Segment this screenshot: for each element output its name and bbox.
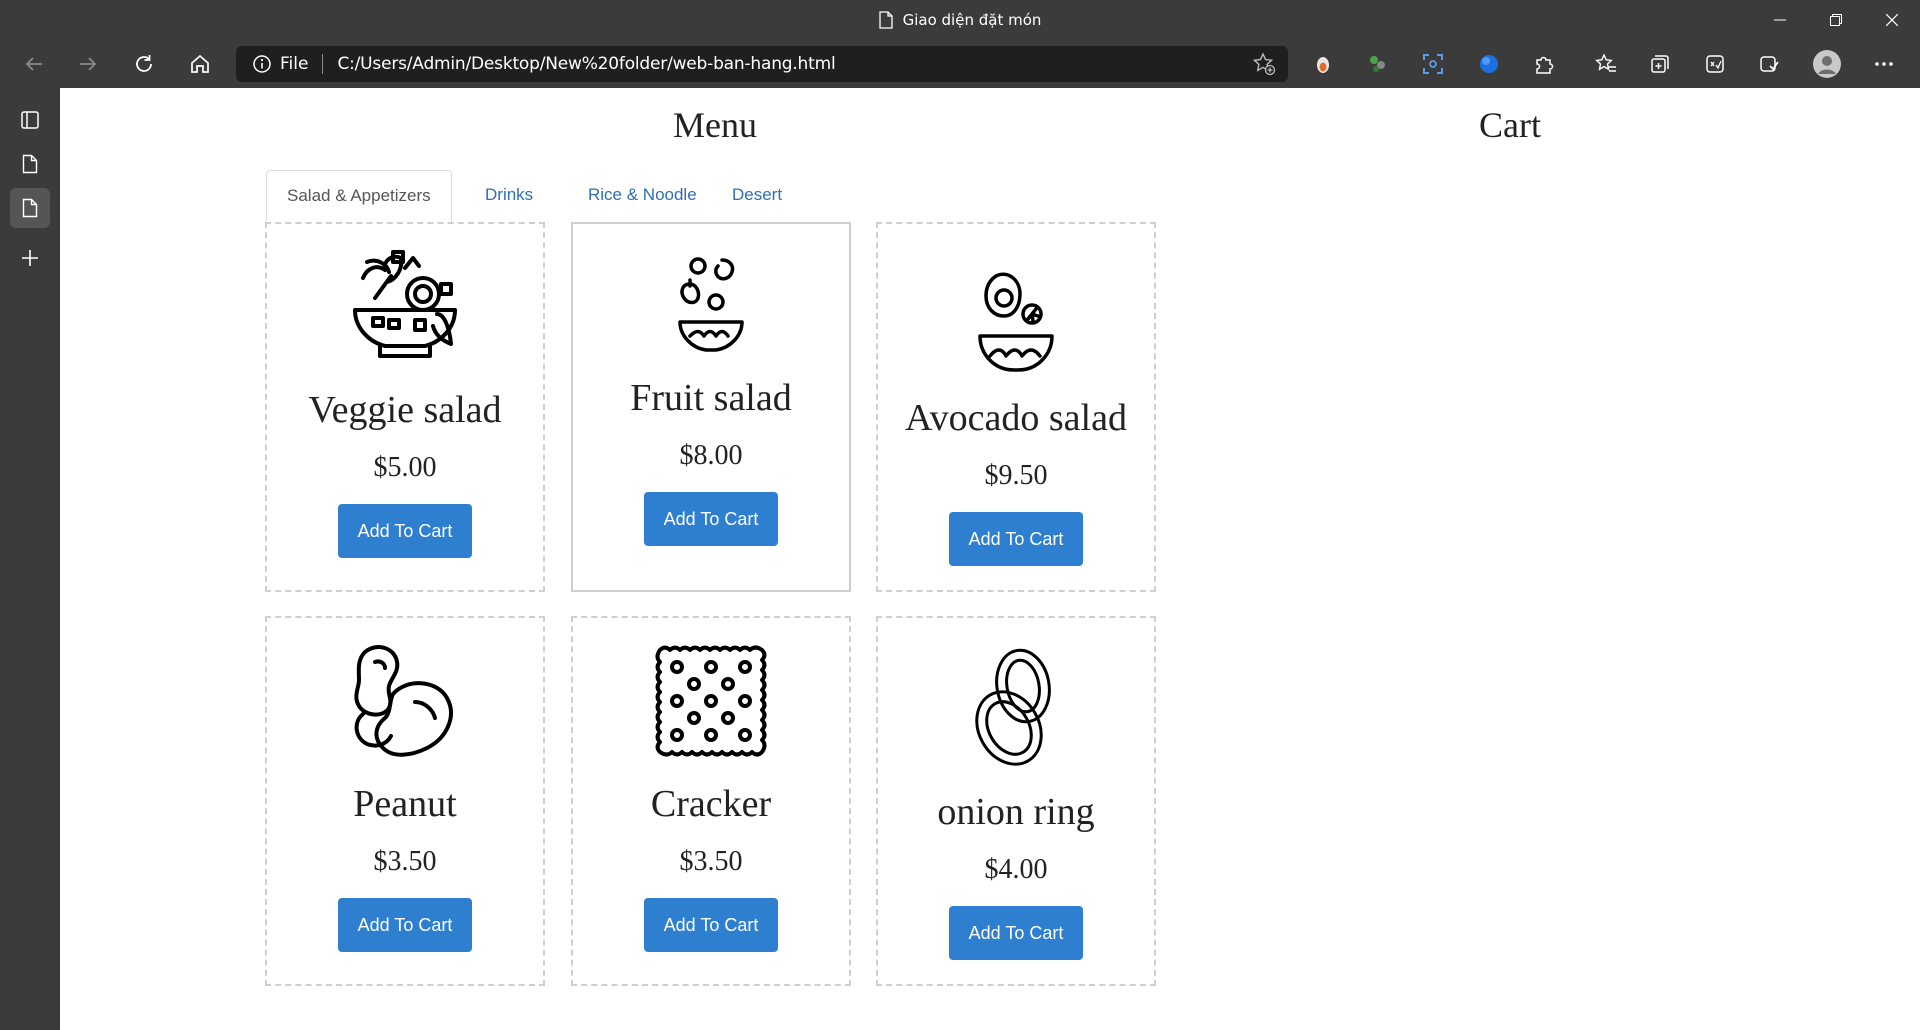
web-page: Menu Cart Salad & Appetizers Drinks Rice… <box>60 88 1920 1030</box>
add-to-cart-button[interactable]: Add To Cart <box>644 898 778 952</box>
address-bar[interactable]: File C:/Users/Admin/Desktop/New%20folder… <box>236 46 1288 82</box>
add-to-cart-button[interactable]: Add To Cart <box>949 906 1083 960</box>
close-icon <box>1886 14 1898 26</box>
menu-item-card: Cracker $3.50 Add To Cart <box>571 616 851 986</box>
menu-item-card: Avocado salad $9.50 Add To Cart <box>876 222 1156 592</box>
extension-2-button[interactable] <box>1358 44 1398 84</box>
extensions-button[interactable] <box>1524 44 1564 84</box>
item-price: $3.50 <box>373 846 437 877</box>
item-name: onion ring <box>937 791 1095 833</box>
salad-bowl-icon <box>353 250 457 358</box>
refresh-icon <box>136 55 152 72</box>
extension-blue-globe-icon <box>1480 55 1498 73</box>
home-icon <box>191 54 209 73</box>
page-icon <box>22 198 38 218</box>
profile-button[interactable] <box>1807 44 1847 84</box>
collections-icon <box>1651 55 1669 73</box>
item-name: Peanut <box>353 783 457 825</box>
info-icon <box>253 55 271 73</box>
fruit-bowl-icon <box>678 257 744 352</box>
minimize-icon <box>1774 19 1786 21</box>
add-to-cart-button[interactable]: Add To Cart <box>949 512 1083 566</box>
menu-tabs: Salad & Appetizers Drinks Rice & Noodle … <box>266 170 1166 222</box>
window-title-text: Giao diện đặt món <box>902 11 1042 29</box>
extension-4-button[interactable] <box>1469 44 1509 84</box>
star-add-icon <box>1252 52 1276 76</box>
item-price: $5.00 <box>373 452 437 483</box>
sidebar-tab-2-active[interactable] <box>10 188 50 228</box>
window-titlebar: Giao diện đặt món <box>0 0 1920 40</box>
extension-3-button[interactable] <box>1413 44 1453 84</box>
document-icon <box>878 11 893 29</box>
cart-title: Cart <box>1479 105 1541 145</box>
add-to-cart-button[interactable]: Add To Cart <box>644 492 778 546</box>
favorites-star-icon <box>1595 53 1616 72</box>
tab-actions-button[interactable] <box>10 100 50 140</box>
item-price: $4.00 <box>984 854 1048 885</box>
math-solver-icon <box>1706 55 1724 73</box>
item-name: Veggie salad <box>308 389 502 431</box>
sidebar-tab-1[interactable] <box>10 144 50 184</box>
menu-item-card: Fruit salad $8.00 Add To Cart <box>571 222 851 592</box>
collections-button[interactable] <box>1640 44 1680 84</box>
tab-rice-noodle[interactable]: Rice & Noodle <box>568 170 717 222</box>
vertical-tabs-sidebar <box>0 88 60 1030</box>
menu-item-card: Veggie salad $5.00 Add To Cart <box>265 222 545 592</box>
window-title: Giao diện đặt món <box>0 0 1920 40</box>
page-icon <box>22 154 38 174</box>
item-price: $3.50 <box>679 846 743 877</box>
restore-button[interactable] <box>1808 0 1864 40</box>
peanut-icon <box>354 645 453 757</box>
item-price: $9.50 <box>984 460 1048 491</box>
heart-shield-icon <box>1760 56 1779 72</box>
tab-drinks[interactable]: Drinks <box>465 170 553 222</box>
browser-toolbar: File C:/Users/Admin/Desktop/New%20folder… <box>0 40 1920 88</box>
extension-puzzle-green-icon <box>1370 56 1385 72</box>
back-arrow-icon <box>25 57 42 71</box>
more-dots-icon <box>1875 62 1893 66</box>
add-to-cart-button[interactable]: Add To Cart <box>338 504 472 558</box>
site-info[interactable]: File <box>252 54 308 74</box>
address-scheme-label: File <box>280 54 309 74</box>
onion-ring-icon <box>975 648 1051 766</box>
new-tab-button[interactable] <box>10 238 50 278</box>
address-separator <box>322 54 324 74</box>
tab-desert[interactable]: Desert <box>712 170 802 222</box>
cracker-icon <box>655 645 767 757</box>
avatar-icon <box>1813 50 1841 78</box>
add-to-cart-button[interactable]: Add To Cart <box>338 898 472 952</box>
minimize-button[interactable] <box>1752 0 1808 40</box>
forward-arrow-icon <box>80 57 97 71</box>
refresh-button[interactable] <box>124 44 164 84</box>
performance-button[interactable] <box>1749 44 1789 84</box>
menu-item-card: onion ring $4.00 Add To Cart <box>876 616 1156 986</box>
restore-icon <box>1830 14 1842 26</box>
item-name: Avocado salad <box>905 397 1127 439</box>
menu-item-card: Peanut $3.50 Add To Cart <box>265 616 545 986</box>
favorites-button[interactable] <box>1586 44 1626 84</box>
menu-title: Menu <box>673 105 757 145</box>
tab-panel-icon <box>21 111 39 129</box>
settings-more-button[interactable] <box>1864 44 1904 84</box>
add-favorite-button[interactable] <box>1252 52 1276 81</box>
extension-1-button[interactable] <box>1303 44 1343 84</box>
puzzle-icon <box>1536 56 1554 74</box>
url-text[interactable]: C:/Users/Admin/Desktop/New%20folder/web-… <box>337 54 835 74</box>
forward-button[interactable] <box>68 44 108 84</box>
avocado-bowl-icon <box>978 272 1054 372</box>
item-name: Cracker <box>650 783 772 825</box>
home-button[interactable] <box>180 44 220 84</box>
screen-capture-icon <box>1423 54 1443 74</box>
plus-icon <box>22 250 38 266</box>
close-window-button[interactable] <box>1864 0 1920 40</box>
tab-salad-appetizers[interactable]: Salad & Appetizers <box>266 170 452 222</box>
item-price: $8.00 <box>679 440 743 471</box>
back-button[interactable] <box>14 44 54 84</box>
extension-bulb-icon <box>1317 57 1329 73</box>
math-solver-button[interactable] <box>1695 44 1735 84</box>
item-name: Fruit salad <box>630 377 792 419</box>
